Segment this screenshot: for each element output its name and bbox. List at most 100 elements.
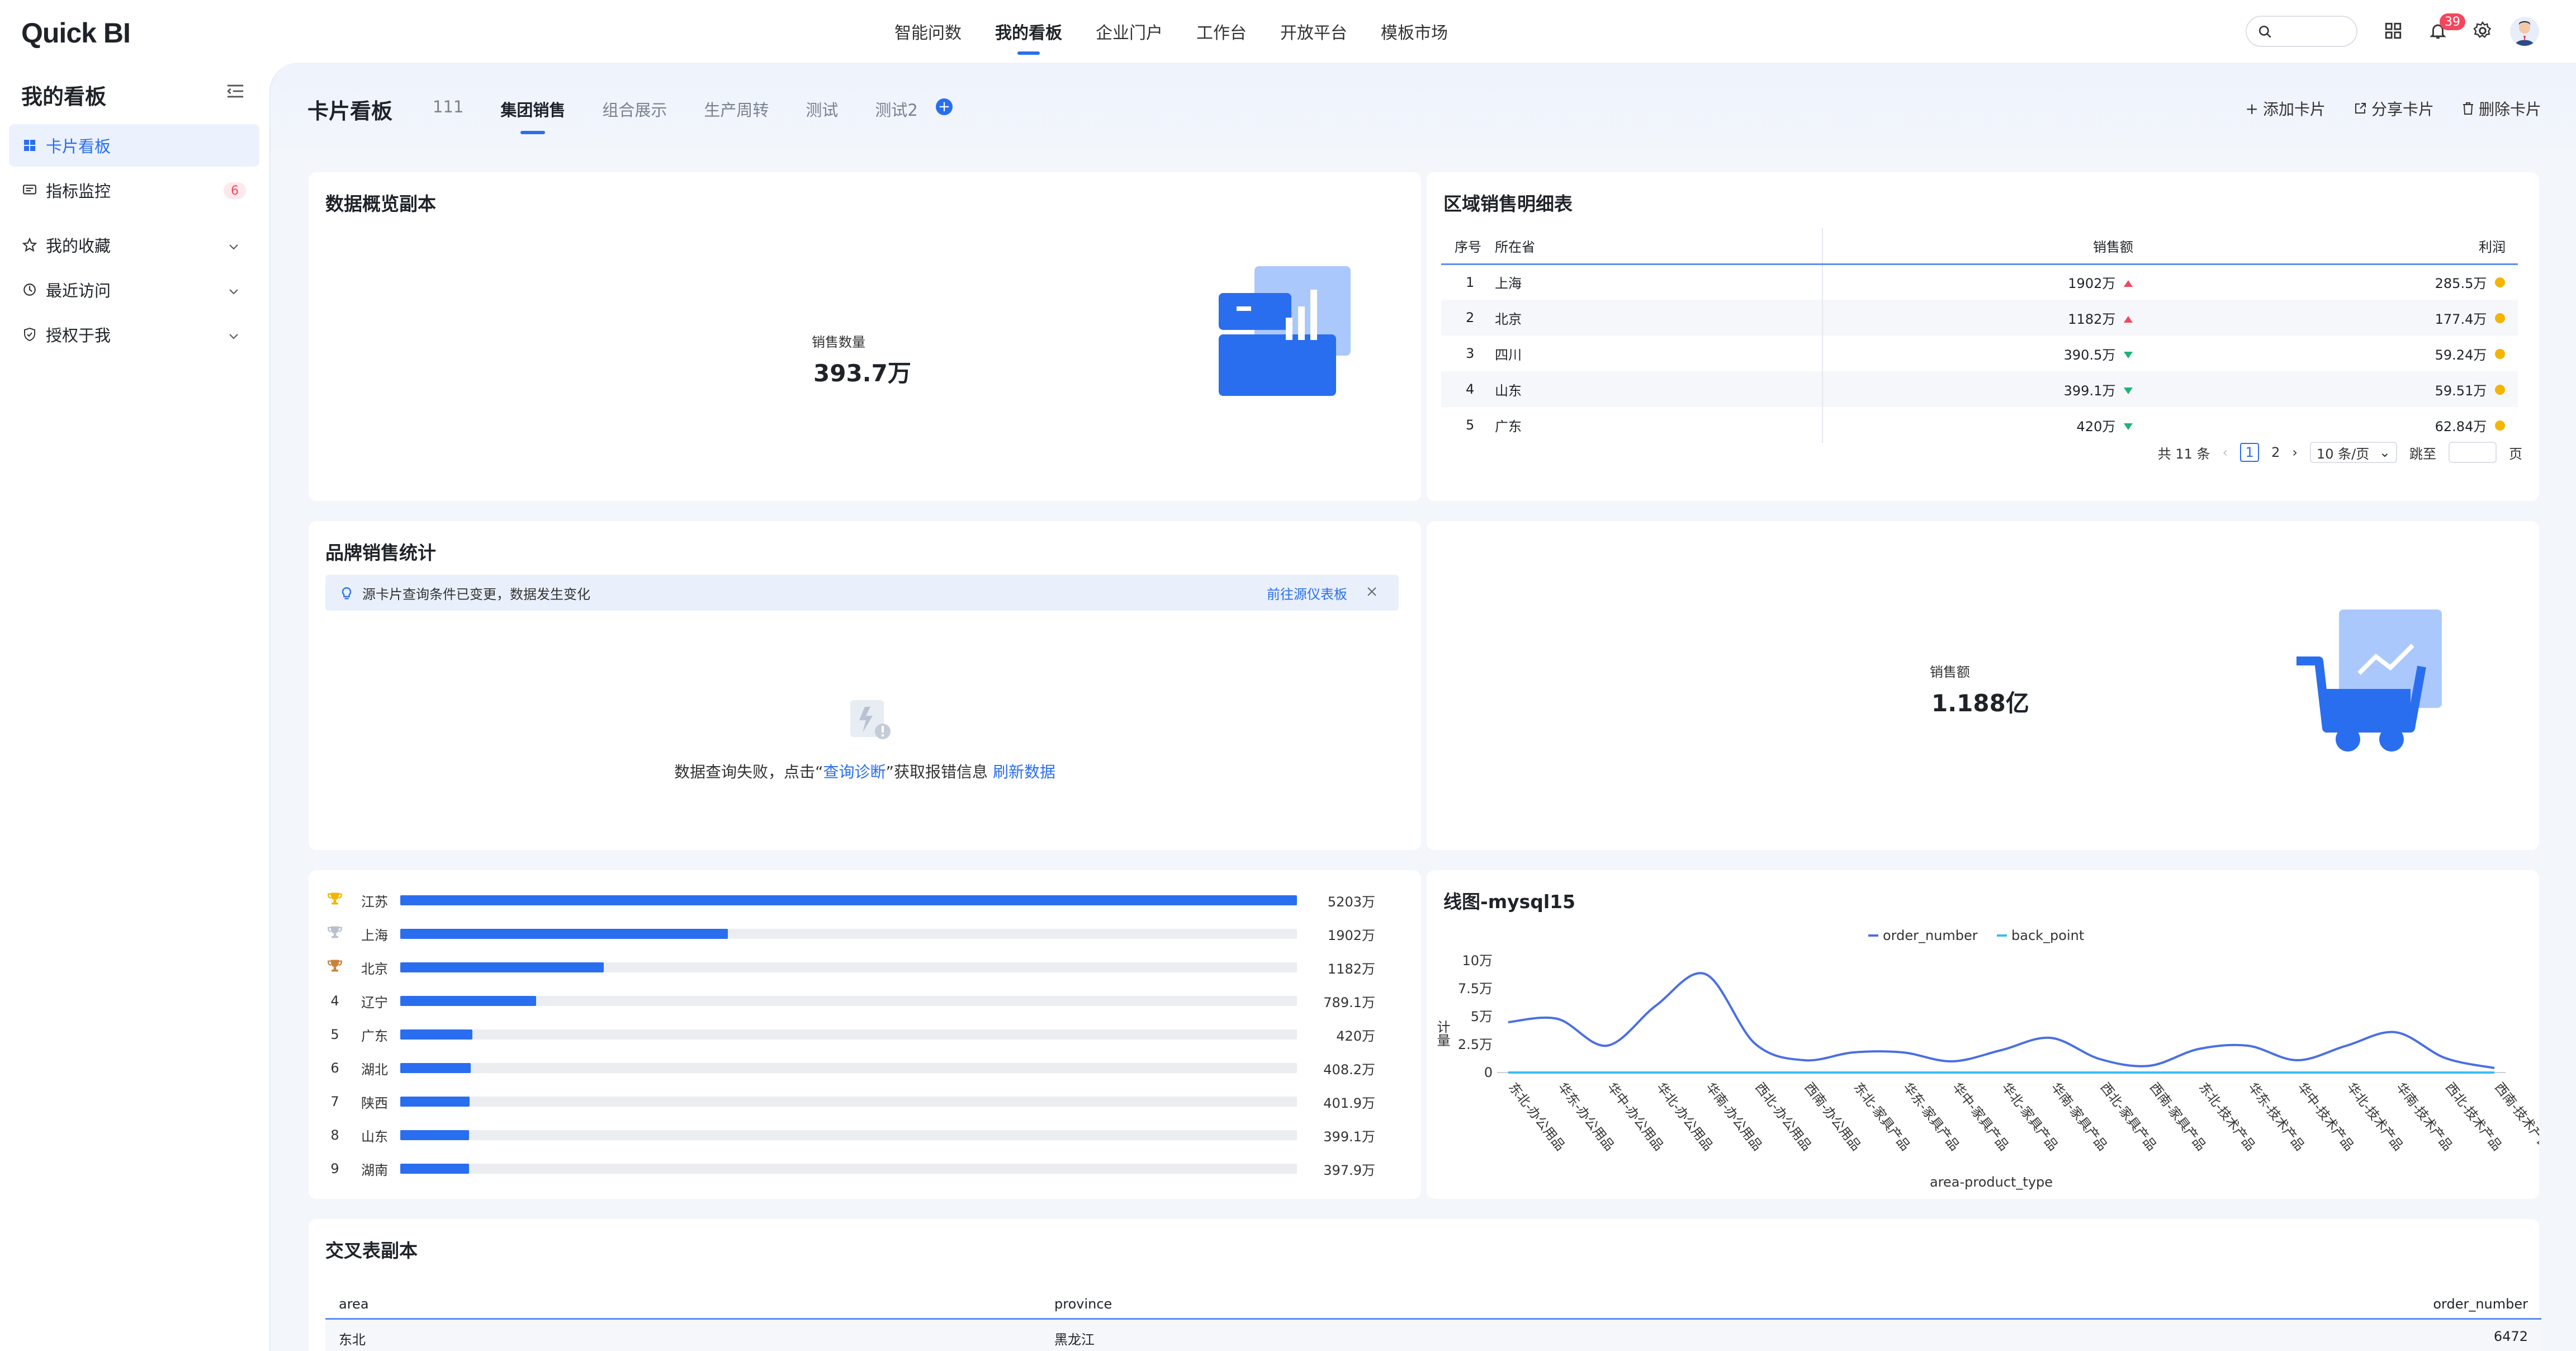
rank-bar-track <box>400 895 1297 905</box>
page-2-button[interactable]: 2 <box>2271 445 2280 460</box>
collapse-sidebar-icon[interactable] <box>226 83 245 102</box>
goto-label: 跳至 <box>2409 446 2436 462</box>
data-changed-notice: 源卡片查询条件已变更，数据发生变化 前往源仪表板 <box>325 575 1399 611</box>
add-tab-button[interactable]: + <box>936 98 953 115</box>
total-count: 共 11 条 <box>2157 446 2210 462</box>
rank-number: 9 <box>330 1161 339 1177</box>
add-card-button[interactable]: + 添加卡片 <box>2245 97 2325 120</box>
topnav-smart-query[interactable]: 智能问数 <box>894 19 962 55</box>
cell-profit: 62.84万 <box>2435 418 2487 434</box>
ranking-row: 4 辽宁 789.1万 <box>325 990 1415 1012</box>
quickbi-logo[interactable]: Quick BI <box>21 17 131 49</box>
sidebar-item-label: 最近访问 <box>46 281 111 300</box>
profit-status-dot-icon <box>2495 277 2505 288</box>
delete-card-button[interactable]: 删除卡片 <box>2462 97 2541 120</box>
kpi-label: 销售额 <box>1930 664 1970 680</box>
prev-page-icon[interactable]: ‹ <box>2223 445 2228 460</box>
cell-no: 4 <box>1441 371 1495 407</box>
page-1-button[interactable]: 1 <box>2240 443 2260 462</box>
column-header[interactable]: order_number <box>2433 1296 2528 1312</box>
sales-amount-card: 销售额 1.188亿 <box>1427 521 2539 850</box>
table-row: 3 四川 390.5万 59.24万 <box>1441 336 2518 371</box>
tab-production-turnover[interactable]: 生产周转 <box>704 97 769 134</box>
rank-number: 5 <box>330 1027 339 1042</box>
rank-bar <box>400 1164 469 1174</box>
chevron-down-icon <box>227 283 240 302</box>
rank-bar-track <box>400 1029 1297 1040</box>
goto-page-input[interactable] <box>2449 442 2497 463</box>
cell-order-number: 6472 <box>2493 1329 2528 1344</box>
rank-value: 5203万 <box>1327 894 1375 910</box>
gear-icon[interactable] <box>2469 17 2497 45</box>
apps-grid-icon[interactable] <box>2379 17 2407 45</box>
ranking-row: 7 陕西 401.9万 <box>325 1090 1415 1113</box>
column-header[interactable]: province <box>1054 1296 1112 1312</box>
rank-bar <box>400 996 537 1006</box>
rank-bar <box>400 1029 473 1040</box>
sidebar-item-metric-monitor[interactable]: 指标监控 6 <box>9 169 259 211</box>
chevron-down-icon <box>227 238 240 257</box>
search-input[interactable] <box>2246 16 2357 47</box>
cell-area: 东北 <box>339 1332 366 1348</box>
column-header[interactable]: area <box>339 1296 369 1312</box>
page-size-select[interactable]: 10 条/页 ⌄ <box>2310 442 2397 463</box>
column-header[interactable]: 所在省 <box>1495 228 1823 265</box>
goto-source-board-link[interactable]: 前往源仪表板 <box>1267 583 1347 603</box>
monitor-icon <box>21 182 38 199</box>
profit-status-dot-icon <box>2495 348 2505 359</box>
sidebar-item-favorites[interactable]: 我的收藏 <box>9 224 259 266</box>
column-header[interactable]: 利润 <box>2163 228 2518 265</box>
sidebar-item-label: 卡片看板 <box>46 137 111 156</box>
tab-combined-display[interactable]: 组合展示 <box>602 97 667 134</box>
trophy-icon <box>325 958 344 977</box>
topnav-template-market[interactable]: 模板市场 <box>1381 19 1448 55</box>
trend-up-icon <box>2124 315 2133 323</box>
sidebar-item-card-board[interactable]: 卡片看板 <box>9 124 259 167</box>
sidebar-item-label: 指标监控 <box>46 182 111 201</box>
rank-province: 北京 <box>361 961 388 977</box>
sidebar: 我的看板 卡片看板 指标监控 6 我的收藏 最近访问 授权于我 <box>0 63 268 1351</box>
share-card-button[interactable]: 分享卡片 <box>2354 97 2434 120</box>
tab-group-sales[interactable]: 集团销售 <box>500 97 565 134</box>
y-tick-label: 5万 <box>1471 1009 1493 1024</box>
bell-icon[interactable]: 39 <box>2424 13 2465 45</box>
star-icon <box>21 237 38 253</box>
ranking-row: 上海 1902万 <box>325 923 1415 945</box>
rank-bar <box>400 1063 471 1073</box>
next-page-icon[interactable]: › <box>2292 445 2298 460</box>
refresh-data-link[interactable]: 刷新数据 <box>993 763 1055 781</box>
tab-111[interactable]: 111 <box>433 97 463 134</box>
cell-profit: 59.51万 <box>2435 382 2487 399</box>
search-icon <box>2258 25 2271 38</box>
series-line-order-number <box>1508 972 2495 1069</box>
tab-test2[interactable]: 测试2 <box>875 97 917 134</box>
top-bar: Quick BI 智能问数 我的看板 企业门户 工作台 开放平台 模板市场 39 <box>0 0 2576 63</box>
user-avatar[interactable] <box>2510 17 2539 46</box>
board-tabs: 111 集团销售 组合展示 生产周转 测试 测试2 <box>433 97 918 134</box>
sidebar-item-authorized[interactable]: 授权于我 <box>9 313 259 356</box>
query-diagnosis-link[interactable]: 查询诊断 <box>823 763 886 781</box>
column-header[interactable]: 销售额 <box>1822 228 2163 265</box>
topnav-portal[interactable]: 企业门户 <box>1096 19 1163 55</box>
card-title: 交叉表副本 <box>325 1240 418 1262</box>
rank-bar-track <box>400 1164 1297 1174</box>
cell-sales: 1902万 <box>2068 276 2116 292</box>
sidebar-item-recent[interactable]: 最近访问 <box>9 268 259 311</box>
board-title: 卡片看板 <box>307 99 393 124</box>
column-header[interactable]: 序号 <box>1441 228 1495 265</box>
topnav-open-platform[interactable]: 开放平台 <box>1280 19 1347 55</box>
table-row: 4 山东 399.1万 59.51万 <box>1441 371 2518 407</box>
topnav-workbench[interactable]: 工作台 <box>1196 19 1247 55</box>
rank-bar-track <box>400 1097 1297 1107</box>
rank-value: 1182万 <box>1327 961 1375 977</box>
rank-bar <box>400 1097 470 1107</box>
ranking-row: 9 湖南 397.9万 <box>325 1158 1415 1180</box>
province-ranking-card: 江苏 5203万 上海 1902万 北京 1182万 4 辽宁 789.1万 5 广东 420万 6 湖北… <box>309 870 1421 1199</box>
trophy-icon <box>325 891 344 910</box>
tab-test[interactable]: 测试 <box>806 97 838 134</box>
topnav-my-boards[interactable]: 我的看板 <box>995 19 1062 55</box>
rank-value: 397.9万 <box>1323 1162 1375 1178</box>
ranking-row: 8 山东 399.1万 <box>325 1124 1415 1146</box>
close-icon[interactable] <box>1365 585 1379 602</box>
rank-bar <box>400 929 728 939</box>
